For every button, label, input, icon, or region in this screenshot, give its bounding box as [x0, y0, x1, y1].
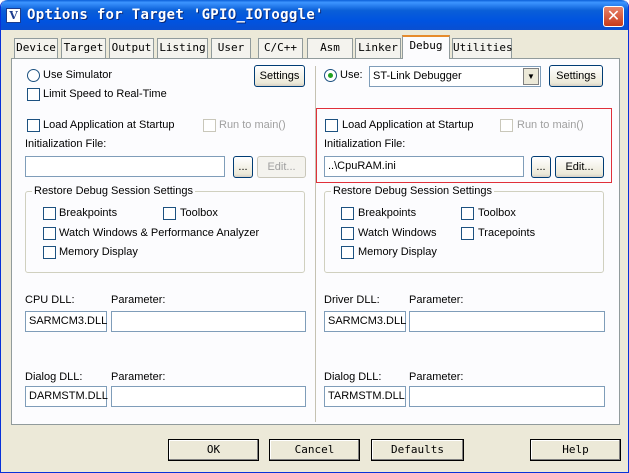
tab-device[interactable]: Device: [14, 38, 58, 58]
tab-linker[interactable]: Linker: [355, 38, 401, 58]
ok-button[interactable]: OK: [168, 439, 259, 461]
right-dialog-parameter-label: Parameter:: [409, 371, 464, 383]
close-button[interactable]: ✕: [603, 6, 624, 27]
app-icon: V: [6, 8, 21, 23]
right-breakpoints-label: Breakpoints: [358, 207, 417, 219]
cpu-dll-label: CPU DLL:: [25, 294, 75, 306]
right-run-to-main-label: Run to main(): [517, 119, 584, 131]
left-init-file-label: Initialization File:: [25, 138, 107, 150]
left-toolbox-label: Toolbox: [180, 207, 218, 219]
driver-parameter-label: Parameter:: [409, 294, 464, 306]
left-init-file-input[interactable]: [25, 156, 225, 177]
tab-user[interactable]: User: [211, 38, 251, 58]
chevron-down-icon[interactable]: ▼: [523, 68, 539, 85]
right-init-file-label: Initialization File:: [324, 138, 406, 150]
use-simulator-label: Use Simulator: [43, 69, 113, 81]
right-memory-display-checkbox[interactable]: [341, 246, 354, 259]
debugger-select[interactable]: ST-Link Debugger ▼: [369, 66, 541, 87]
left-watch-windows-checkbox[interactable]: [43, 227, 56, 240]
limit-speed-checkbox[interactable]: [27, 88, 40, 101]
driver-dll-label: Driver DLL:: [324, 294, 380, 306]
right-run-to-main-checkbox[interactable]: [500, 119, 513, 132]
use-label: Use:: [340, 69, 363, 81]
right-load-app-label: Load Application at Startup: [342, 119, 474, 131]
left-load-app-checkbox[interactable]: [27, 119, 40, 132]
tab-output[interactable]: Output: [109, 38, 154, 58]
left-dialog-dll-input[interactable]: DARMSTM.DLL: [25, 386, 108, 407]
cancel-button[interactable]: Cancel: [269, 439, 360, 461]
use-debugger-radio[interactable]: [324, 69, 337, 82]
tab-target[interactable]: Target: [61, 38, 106, 58]
right-dialog-dll-label: Dialog DLL:: [324, 371, 382, 383]
debugger-select-value: ST-Link Debugger: [373, 70, 462, 82]
left-dialog-dll-label: Dialog DLL:: [25, 371, 83, 383]
tab-listing[interactable]: Listing: [157, 38, 208, 58]
right-toolbox-label: Toolbox: [478, 207, 516, 219]
tab-cc[interactable]: C/C++: [258, 38, 303, 58]
limit-speed-label: Limit Speed to Real-Time: [43, 88, 167, 100]
right-watch-windows-checkbox[interactable]: [341, 227, 354, 240]
left-restore-title: Restore Debug Session Settings: [32, 185, 195, 198]
left-load-app-label: Load Application at Startup: [43, 119, 175, 131]
left-run-to-main-checkbox[interactable]: [203, 119, 216, 132]
left-watch-windows-label: Watch Windows & Performance Analyzer: [59, 227, 260, 239]
simulator-settings-button[interactable]: Settings: [254, 65, 305, 87]
tab-asm[interactable]: Asm: [307, 38, 353, 58]
tab-utilities[interactable]: Utilities: [452, 38, 513, 58]
left-memory-display-label: Memory Display: [59, 246, 138, 258]
right-dialog-parameter-input[interactable]: [409, 386, 605, 407]
left-toolbox-checkbox[interactable]: [163, 207, 176, 220]
right-tracepoints-checkbox[interactable]: [461, 227, 474, 240]
defaults-button[interactable]: Defaults: [371, 439, 464, 461]
right-toolbox-checkbox[interactable]: [461, 207, 474, 220]
left-memory-display-checkbox[interactable]: [43, 246, 56, 259]
driver-parameter-input[interactable]: [409, 311, 605, 332]
left-dialog-parameter-label: Parameter:: [111, 371, 166, 383]
right-browse-button[interactable]: ...: [531, 156, 551, 178]
left-dialog-parameter-input[interactable]: [111, 386, 306, 407]
right-tracepoints-label: Tracepoints: [478, 227, 536, 239]
debugger-settings-button[interactable]: Settings: [549, 65, 603, 87]
left-run-to-main-label: Run to main(): [219, 119, 286, 131]
right-breakpoints-checkbox[interactable]: [341, 207, 354, 220]
window-title: Options for Target 'GPIO_IOToggle': [27, 7, 324, 23]
cpu-dll-input[interactable]: SARMCM3.DLL: [25, 311, 107, 332]
right-edit-button[interactable]: Edit...: [555, 156, 604, 178]
cpu-parameter-label: Parameter:: [111, 294, 166, 306]
left-breakpoints-label: Breakpoints: [59, 207, 118, 219]
use-simulator-radio[interactable]: [27, 69, 40, 82]
title-bar[interactable]: V Options for Target 'GPIO_IOToggle' ✕: [1, 0, 628, 30]
left-edit-button[interactable]: Edit...: [257, 156, 306, 178]
right-dialog-dll-input[interactable]: TARMSTM.DLL: [324, 386, 406, 407]
tab-debug[interactable]: Debug: [402, 35, 450, 59]
cpu-parameter-input[interactable]: [111, 311, 306, 332]
right-init-file-input[interactable]: ..\CpuRAM.ini: [324, 156, 524, 177]
right-load-app-checkbox[interactable]: [325, 119, 338, 132]
right-memory-display-label: Memory Display: [358, 246, 437, 258]
options-dialog: V Options for Target 'GPIO_IOToggle' ✕ D…: [0, 0, 629, 473]
driver-dll-input[interactable]: SARMCM3.DLL: [324, 311, 406, 332]
left-browse-button[interactable]: ...: [233, 156, 253, 178]
left-breakpoints-checkbox[interactable]: [43, 207, 56, 220]
help-button[interactable]: Help: [530, 439, 621, 461]
right-watch-windows-label: Watch Windows: [358, 227, 437, 239]
right-restore-title: Restore Debug Session Settings: [331, 185, 494, 198]
